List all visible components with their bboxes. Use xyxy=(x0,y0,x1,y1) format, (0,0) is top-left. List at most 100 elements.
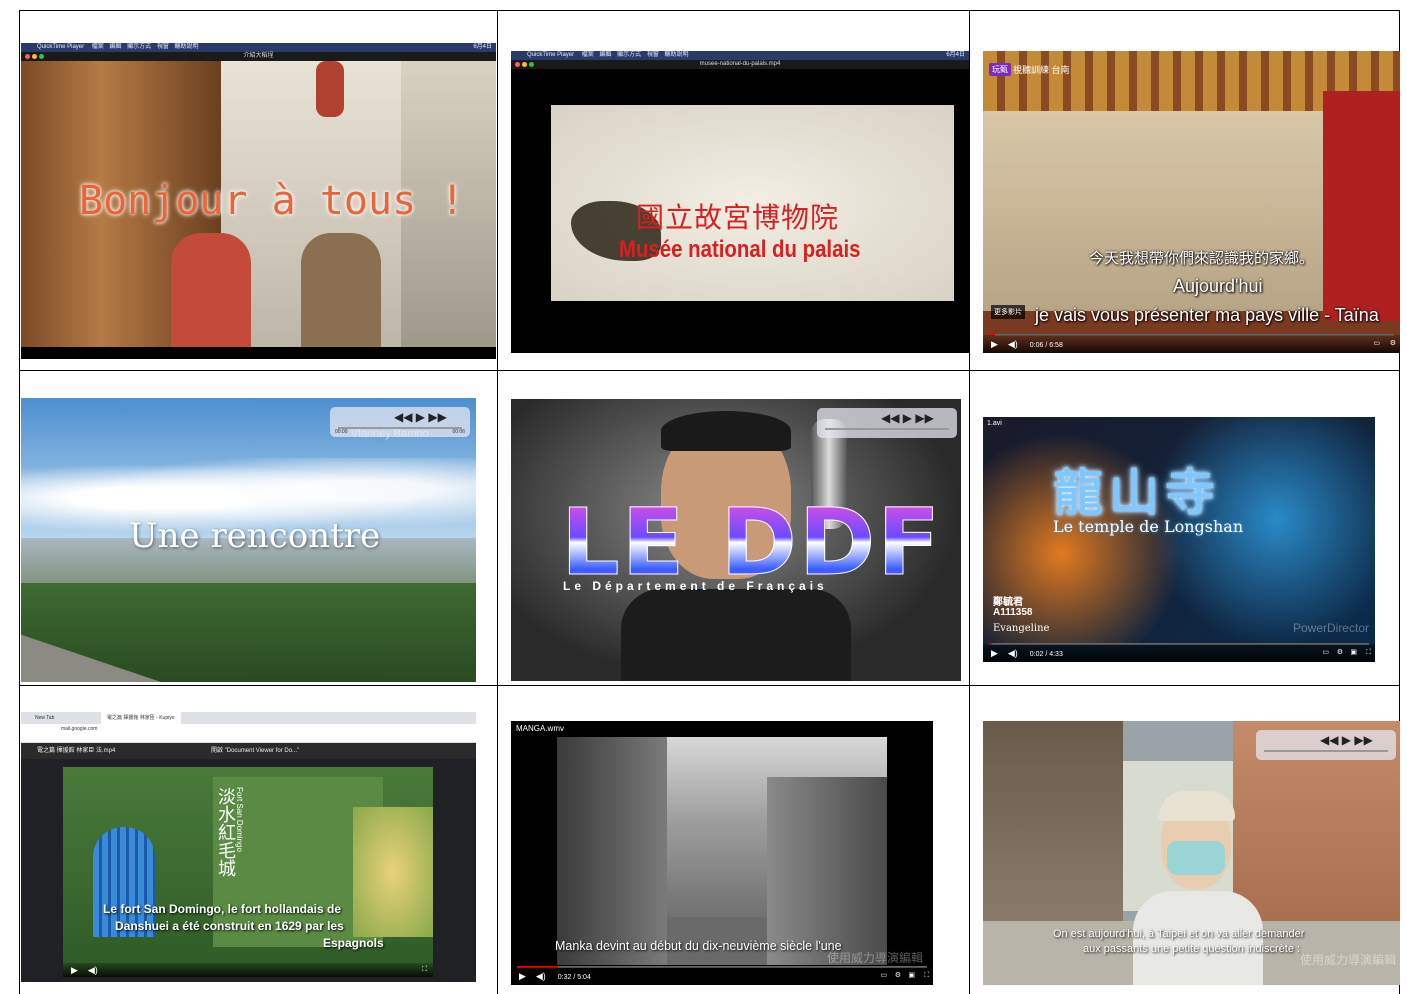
play-icon[interactable]: ▶ xyxy=(991,644,998,662)
time-display: 0:06 / 6:58 xyxy=(1029,342,1063,349)
play-icon[interactable]: ▶ xyxy=(991,335,998,353)
video-thumbnail-ddf[interactable]: LE DDF Le Département de Français ◀◀ ▶ ▶… xyxy=(511,399,961,681)
volume-icon[interactable]: ◀) xyxy=(88,963,98,977)
play-icon[interactable]: ◀◀ ▶ ▶▶ xyxy=(394,410,447,424)
app-title: QuickTime Player xyxy=(37,44,85,50)
vertical-title-fr: Fort San Domingo xyxy=(235,787,244,852)
player-controls: ▶ ◀) 0:32 / 5:04 ▭ ⚙ ▣ ⛶ xyxy=(511,967,933,985)
close-icon[interactable] xyxy=(25,54,30,59)
minimize-icon[interactable] xyxy=(522,62,527,67)
url-text: mail.google.com xyxy=(61,726,98,732)
file-name: 電之篇 揮援館 林家臣 法.mp4 xyxy=(37,748,116,754)
watermark: PowerDirector xyxy=(1292,621,1369,635)
overlay-subtitle: Le Département de Français xyxy=(563,579,828,593)
play-icon[interactable]: ◀◀ ▶ ▶▶ xyxy=(881,411,934,425)
fullscreen-icon[interactable]: ⛶ xyxy=(1366,644,1371,662)
grid-line-top xyxy=(19,10,1399,11)
scrubber[interactable] xyxy=(1264,750,1388,752)
window-controls[interactable] xyxy=(25,54,46,63)
tab-new-tab[interactable]: New Tab xyxy=(35,712,54,724)
captions-icon[interactable]: ▭ xyxy=(1373,335,1380,353)
miniplayer-icon[interactable]: ▣ xyxy=(908,967,915,985)
play-icon[interactable]: ◀◀ ▶ ▶▶ xyxy=(1320,733,1373,747)
file-label: MANGA.wmv xyxy=(516,724,564,733)
title-fr: Le temple de Longshan xyxy=(1053,517,1244,536)
video-thumbnail-longshan[interactable]: 1.avi 龍山寺 Le temple de Longshan 鄭毓君 A111… xyxy=(983,417,1375,662)
menu-item-window[interactable]: 視窗 xyxy=(157,44,169,50)
sunlit-tree xyxy=(353,807,433,937)
video-thumbnail-bonjour[interactable]: QuickTime Player 檔案 編輯 顯示方式 視窗 輔助說明 6月4日… xyxy=(21,43,496,359)
zoom-icon[interactable] xyxy=(39,54,44,59)
letterbox-bottom xyxy=(21,347,496,359)
volume-icon[interactable]: ◀) xyxy=(536,967,546,985)
window-controls[interactable] xyxy=(515,62,536,71)
menu-item-view[interactable]: 顯示方式 xyxy=(127,44,151,50)
app-title: QuickTime Player xyxy=(527,52,575,58)
window-title: musee-national-du-palais.mp4 xyxy=(699,61,781,67)
window-title-bar: musee-national-du-palais.mp4 xyxy=(511,60,969,69)
grid-line-col1 xyxy=(497,10,498,994)
temple-plaque xyxy=(983,111,1323,311)
face-mask xyxy=(1167,841,1225,875)
scrubber[interactable] xyxy=(825,428,949,430)
close-icon[interactable] xyxy=(515,62,520,67)
menu-item-file[interactable]: 檔案 xyxy=(92,44,104,50)
person-hair xyxy=(661,411,791,451)
credit-student-id: A111358 xyxy=(993,607,1033,618)
minimize-icon[interactable] xyxy=(32,54,37,59)
captions-icon[interactable]: ▭ xyxy=(880,967,887,985)
volume-icon[interactable]: ◀) xyxy=(1008,644,1018,662)
menu-item-window[interactable]: 視窗 xyxy=(647,52,659,58)
video-thumbnail-manga[interactable]: MANGA.wmv Manka devint au début du dix-n… xyxy=(511,721,933,985)
caption-line3: Espagnols xyxy=(323,936,384,950)
person-right xyxy=(301,233,381,351)
video-thumbnail-street[interactable]: On est aujourd'hui, à Taipei et on va al… xyxy=(983,721,1400,985)
watermark: 使用威力導演編輯 xyxy=(1299,953,1396,967)
miniplayer-icon[interactable]: ▣ xyxy=(1350,644,1357,662)
grid-line-row1 xyxy=(19,370,1399,371)
tab-gmail[interactable]: 電之篇 揮援館 林家臣 - Kupiyo xyxy=(101,712,181,724)
menu-item-edit[interactable]: 編輯 xyxy=(109,44,121,50)
credit-name-fr: Evangeline xyxy=(993,623,1050,634)
video-preview[interactable]: 淡水紅毛城 Fort San Domingo Le fort San Domin… xyxy=(63,767,433,977)
fullscreen-icon[interactable]: ⛶ xyxy=(422,963,427,977)
settings-icon[interactable]: ⚙ xyxy=(1337,644,1343,662)
clock: 6月4日 xyxy=(946,52,965,58)
menu-item-help[interactable]: 輔助說明 xyxy=(175,44,199,50)
menu-item-help[interactable]: 輔助說明 xyxy=(665,52,689,58)
scrubber[interactable] xyxy=(338,427,462,429)
play-icon[interactable]: ▶ xyxy=(519,967,526,985)
menu-item-edit[interactable]: 編輯 xyxy=(599,52,611,58)
building-right xyxy=(767,777,887,965)
video-collage-grid: QuickTime Player 檔案 編輯 顯示方式 視窗 輔助說明 6月4日… xyxy=(0,0,1407,994)
overlay-title: Bonjour à tous ! xyxy=(79,178,465,224)
menu-item-view[interactable]: 顯示方式 xyxy=(617,52,641,58)
video-thumbnail-tainan[interactable]: 玩甄 視聽訓練 台南 今天我想帶你們來認識我的家鄉。 Aujourd'hui j… xyxy=(983,51,1400,353)
video-title[interactable]: 視聽訓練 台南 xyxy=(1013,63,1070,76)
window-title-bar: 介紹大稻埕 xyxy=(21,52,496,61)
building-left xyxy=(983,721,1123,921)
quicktime-controls: ◀◀ ▶ ▶▶ 00:00 00:06 xyxy=(330,407,470,437)
file-label: 1.avi xyxy=(987,420,1002,427)
menu-item-file[interactable]: 檔案 xyxy=(582,52,594,58)
more-videos-button[interactable]: 更多影片 xyxy=(991,305,1025,319)
red-banner xyxy=(1323,91,1400,321)
play-icon[interactable]: ▶ xyxy=(71,963,78,977)
title-fr: Musée national du palais xyxy=(619,236,861,263)
settings-icon[interactable]: ⚙ xyxy=(1390,335,1396,353)
fullscreen-icon[interactable]: ⛶ xyxy=(924,967,929,985)
credit-name-zh: 鄭毓君 xyxy=(993,597,1023,608)
settings-icon[interactable]: ⚙ xyxy=(895,967,901,985)
open-with-button[interactable]: 開啟 "Document Viewer for Do..." xyxy=(211,743,299,759)
captions-icon[interactable]: ▭ xyxy=(1322,644,1329,662)
player-controls: ▶ ◀) 0:02 / 4:33 ▭ ⚙ ▣ ⛶ xyxy=(983,644,1375,662)
volume-icon[interactable]: ◀) xyxy=(1008,335,1018,353)
title-zh: 龍山寺 xyxy=(1053,463,1221,522)
browser-window-danshui: New Tab 電之篇 揮援館 林家臣 - Kupiyo mail.google… xyxy=(21,712,476,982)
video-thumbnail-rencontre[interactable]: Une rencontre Vlanney Bambo ◀◀ ▶ ▶▶ 00:0… xyxy=(21,398,476,682)
address-bar[interactable]: mail.google.com xyxy=(21,724,476,734)
time-display: 0:02 / 4:33 xyxy=(1029,651,1063,658)
channel-badge[interactable]: 玩甄 xyxy=(989,63,1011,76)
video-thumbnail-palais[interactable]: QuickTime Player 檔案 編輯 顯示方式 視窗 輔助說明 6月4日… xyxy=(511,51,969,353)
zoom-icon[interactable] xyxy=(529,62,534,67)
